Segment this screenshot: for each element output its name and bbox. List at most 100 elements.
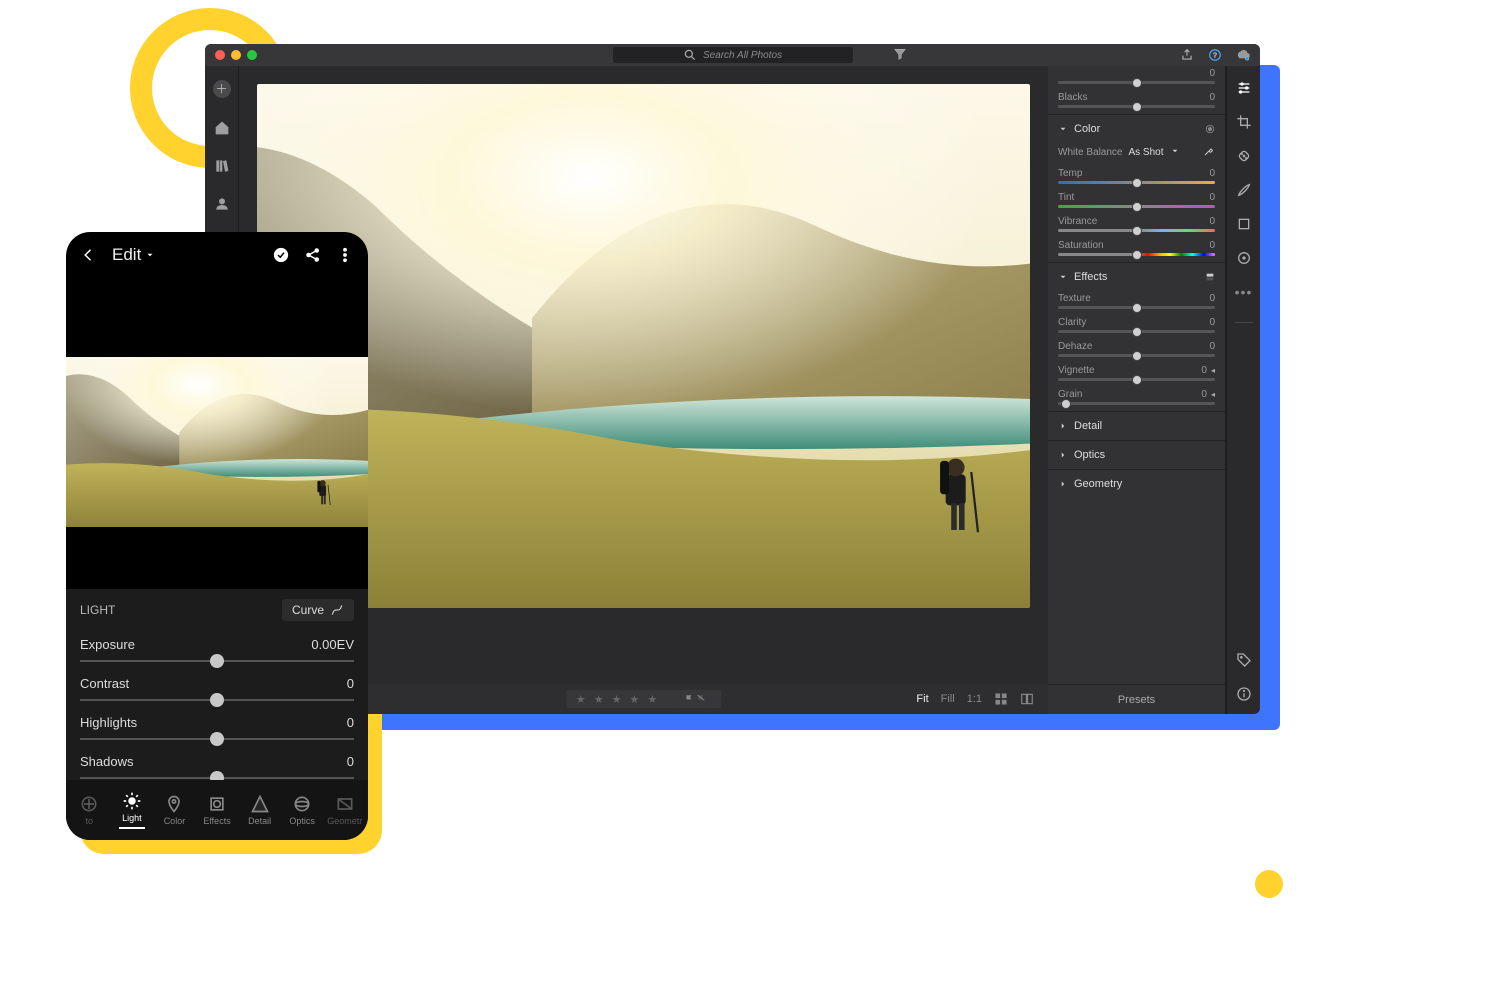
slider-tint[interactable]: Tint0 (1048, 190, 1225, 214)
zoom-fit[interactable]: Fit (916, 693, 928, 705)
grid-view-icon[interactable] (994, 692, 1008, 706)
mobile-tab-optics[interactable]: Optics (281, 794, 324, 826)
slider-dehaze[interactable]: Dehaze0 (1048, 339, 1225, 363)
filter-button[interactable] (893, 47, 907, 64)
check-circle-icon[interactable] (272, 246, 290, 264)
wb-dropdown[interactable] (1170, 146, 1180, 159)
slider-knob[interactable] (1132, 327, 1142, 337)
main-photo[interactable] (257, 84, 1030, 608)
radial-gradient-icon[interactable] (1236, 250, 1252, 266)
library-icon[interactable] (214, 158, 230, 174)
presets-button[interactable]: Presets (1048, 684, 1225, 714)
edit-sliders-icon[interactable] (1236, 80, 1252, 96)
share-icon[interactable] (304, 246, 322, 264)
mobile-tab-auto[interactable]: to (68, 794, 111, 826)
slider-clarity[interactable]: Clarity0 (1048, 315, 1225, 339)
people-icon[interactable] (214, 196, 230, 212)
section-detail[interactable]: Detail (1048, 411, 1225, 440)
slider-[interactable]: 0 (1048, 66, 1225, 90)
cloud-sync-icon[interactable] (1236, 48, 1250, 62)
zoom-fill[interactable]: Fill (941, 693, 955, 705)
flag-toggle[interactable] (679, 690, 711, 708)
slider-knob[interactable] (210, 771, 224, 780)
tag-icon[interactable] (1236, 652, 1252, 668)
rating-stars[interactable]: ★ ★ ★ ★ ★ (566, 690, 721, 708)
mobile-slider-contrast[interactable]: Contrast0 (80, 676, 354, 701)
slider-knob[interactable] (1132, 351, 1142, 361)
mobile-light-panel: LIGHT Curve Exposure0.00EVContrast0Highl… (66, 589, 368, 780)
traffic-light-close[interactable] (215, 50, 225, 60)
landscape-photo (257, 84, 1030, 608)
funnel-icon (893, 47, 907, 61)
slider-knob[interactable] (210, 654, 224, 668)
zoom-1to1[interactable]: 1:1 (967, 693, 982, 705)
slider-blacks[interactable]: Blacks0 (1048, 90, 1225, 114)
light-icon (122, 791, 142, 811)
more-tools-icon[interactable]: ••• (1235, 284, 1253, 300)
expand-icon[interactable]: ◂ (1211, 390, 1215, 399)
back-icon[interactable] (80, 246, 98, 264)
mobile-slider-shadows[interactable]: Shadows0 (80, 754, 354, 779)
search-placeholder: Search All Photos (703, 50, 782, 61)
brush-icon[interactable] (1236, 182, 1252, 198)
section-geometry[interactable]: Geometry (1048, 469, 1225, 498)
section-optics[interactable]: Optics (1048, 440, 1225, 469)
expand-icon[interactable]: ◂ (1211, 366, 1215, 375)
mobile-tab-effects[interactable]: Effects (196, 794, 239, 826)
slider-temp[interactable]: Temp0 (1048, 166, 1225, 190)
info-icon[interactable] (1236, 686, 1252, 702)
slider-label: Vignette (1058, 365, 1095, 376)
mobile-tab-geometry[interactable]: Geometr (323, 794, 366, 826)
share-icon[interactable] (1180, 48, 1194, 62)
slider-knob[interactable] (1132, 78, 1142, 88)
slider-vibrance[interactable]: Vibrance0 (1048, 214, 1225, 238)
traffic-light-zoom[interactable] (247, 50, 257, 60)
slider-texture[interactable]: Texture0 (1048, 291, 1225, 315)
slider-knob[interactable] (1061, 399, 1071, 409)
crop-icon[interactable] (1236, 114, 1252, 130)
slider-knob[interactable] (1132, 202, 1142, 212)
slider-vignette[interactable]: Vignette0◂ (1048, 363, 1225, 387)
slider-knob[interactable] (210, 693, 224, 707)
traffic-light-minimize[interactable] (231, 50, 241, 60)
eyedropper-button[interactable] (1203, 145, 1215, 160)
mobile-title[interactable]: Edit (112, 245, 155, 265)
slider-knob[interactable] (1132, 250, 1142, 260)
home-icon[interactable] (214, 120, 230, 136)
slider-grain[interactable]: Grain0◂ (1048, 387, 1225, 411)
star-icon[interactable]: ★ (629, 693, 639, 706)
mobile-tab-color[interactable]: Color (153, 794, 196, 826)
slider-knob[interactable] (1132, 303, 1142, 313)
linear-gradient-icon[interactable] (1236, 216, 1252, 232)
section-effects[interactable]: Effects (1048, 262, 1225, 291)
color-wheel-icon[interactable] (1205, 124, 1215, 134)
compare-view-icon[interactable] (1020, 692, 1034, 706)
slider-knob[interactable] (1132, 102, 1142, 112)
slider-knob[interactable] (1132, 226, 1142, 236)
bw-toggle-icon[interactable] (1205, 272, 1215, 282)
slider-knob[interactable] (1132, 178, 1142, 188)
slider-label: Vibrance (1058, 216, 1097, 227)
curve-button[interactable]: Curve (282, 599, 354, 621)
star-icon[interactable]: ★ (576, 693, 586, 706)
mobile-slider-exposure[interactable]: Exposure0.00EV (80, 637, 354, 662)
slider-knob[interactable] (210, 732, 224, 746)
mobile-slider-highlights[interactable]: Highlights0 (80, 715, 354, 740)
star-icon[interactable]: ★ (647, 693, 657, 706)
section-color[interactable]: Color (1048, 114, 1225, 143)
tab-label: to (86, 816, 94, 826)
more-vert-icon[interactable] (336, 246, 354, 264)
slider-knob[interactable] (1132, 375, 1142, 385)
slider-saturation[interactable]: Saturation0 (1048, 238, 1225, 262)
help-icon[interactable]: ? (1208, 48, 1222, 62)
search-input[interactable]: Search All Photos (613, 47, 853, 63)
mobile-tab-light[interactable]: Light (111, 791, 154, 829)
slider-label: Clarity (1058, 317, 1086, 328)
mobile-photo[interactable] (66, 357, 368, 527)
healing-icon[interactable] (1236, 148, 1252, 164)
star-icon[interactable]: ★ (612, 693, 622, 706)
mobile-tab-detail[interactable]: Detail (238, 794, 281, 826)
star-icon[interactable]: ★ (594, 693, 604, 706)
wb-value[interactable]: As Shot (1128, 147, 1163, 158)
add-photos-button[interactable]: ＋ (213, 80, 231, 98)
